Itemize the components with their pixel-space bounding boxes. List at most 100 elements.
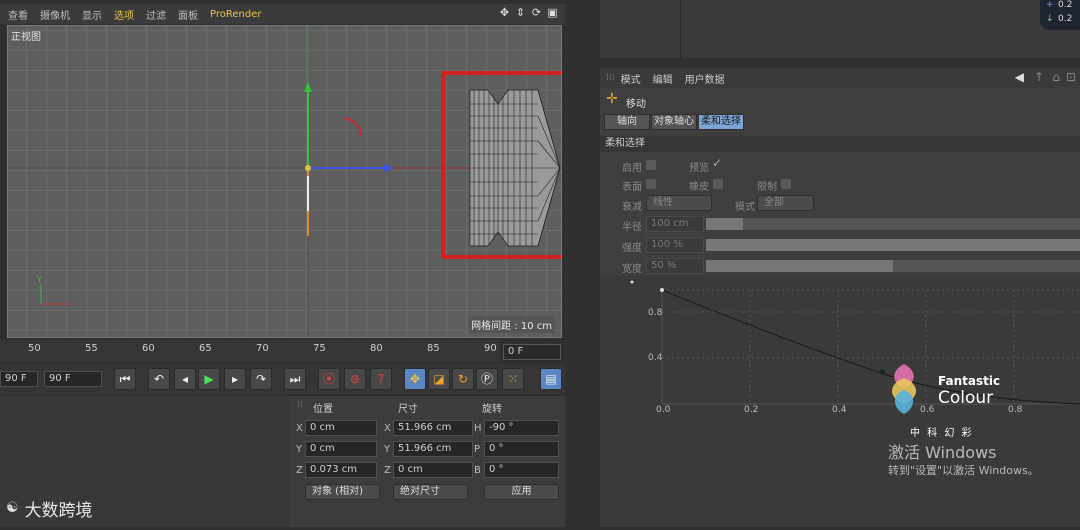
dolly-view-icon[interactable]: ⇕ [514, 6, 527, 20]
pos-z-field[interactable]: 0.073 cm [305, 462, 377, 478]
preview-label: 预览 [689, 163, 709, 174]
tick-70: 70 [256, 343, 269, 354]
menu-view[interactable]: 查看 [8, 7, 28, 22]
section-header: 柔和选择 [600, 136, 1080, 152]
menu-panel[interactable]: 面板 [178, 7, 198, 22]
pos-x-field[interactable]: 0 cm [305, 420, 377, 436]
preview-checkmark-icon[interactable]: ✓ [712, 156, 722, 170]
y-tick-0.8: 0.8 [648, 308, 663, 318]
rot-b-label: B [474, 465, 481, 476]
menu-edit[interactable]: 编辑 [653, 71, 673, 86]
strength-slider-track[interactable] [706, 239, 1080, 251]
menu-mode[interactable]: 模式 [621, 71, 641, 86]
x-tick-0.2: 0.2 [744, 405, 759, 415]
scale-tool-button[interactable]: ◪ [428, 368, 450, 390]
menu-camera[interactable]: 摄像机 [40, 7, 70, 22]
new-panel-icon[interactable]: ⊡ [1066, 70, 1076, 84]
menu-prorender[interactable]: ProRender [210, 9, 261, 20]
radius-slider-track[interactable] [706, 218, 1080, 230]
tab-axis[interactable]: 轴向 [604, 114, 650, 130]
width-slider-track[interactable] [706, 260, 1080, 272]
viewport-nav-icons: ✥ ⇕ ⟳ ▣ [498, 6, 559, 20]
strength-field[interactable]: 100 % [646, 237, 704, 253]
move-tool-button[interactable]: ✥ [404, 368, 426, 390]
coord-mode-value: 对象 (相对) [312, 486, 363, 497]
rubber-label: 橡皮 [689, 182, 709, 193]
menu-options[interactable]: 选项 [114, 7, 134, 22]
falloff-dropdown[interactable]: 线性 [646, 195, 712, 211]
tool-title: 移动 [626, 99, 646, 110]
viewport-scene: Y X [8, 26, 561, 337]
rotation-header: 旋转 [482, 404, 502, 415]
prev-frame-button[interactable]: ◂ [174, 368, 196, 390]
up-arrow-icon[interactable]: ↑ [1034, 70, 1044, 84]
pos-y-field[interactable]: 0 cm [305, 441, 377, 457]
size-x-field[interactable]: 51.966 cm [393, 420, 473, 436]
mode-dropdown[interactable]: 全部 [757, 195, 814, 211]
next-frame-button[interactable]: ▸ [224, 368, 246, 390]
width-field[interactable]: 50 % [646, 258, 704, 274]
size-y-field[interactable]: 51.966 cm [393, 441, 473, 457]
mini-values-box: + 0.2 ↓ 0.2 [1040, 0, 1080, 30]
film-strip-button[interactable]: ▤ [540, 368, 562, 390]
auto-key-button[interactable]: ⊛ [344, 368, 366, 390]
menu-user-data[interactable]: 用户数据 [685, 71, 725, 86]
record-keys-button[interactable]: ⦿ [318, 368, 340, 390]
maximize-view-icon[interactable]: ▣ [546, 6, 559, 20]
size-z-label: Z [384, 465, 391, 476]
tab-object-axis[interactable]: 对象轴心 [651, 114, 697, 130]
move-view-icon[interactable]: ✥ [498, 6, 511, 20]
width-label: 宽度 [622, 264, 642, 275]
radius-field[interactable]: 100 cm [646, 216, 704, 232]
surface-label: 表面 [622, 182, 642, 193]
tick-55: 55 [85, 343, 98, 354]
apply-button[interactable]: 应用 [484, 484, 559, 500]
enable-checkbox[interactable] [646, 160, 656, 170]
goto-end-button[interactable]: ⏭ [284, 368, 306, 390]
size-mode-value: 绝对尺寸 [400, 486, 440, 497]
start-frame-field[interactable]: 90 F [0, 371, 38, 387]
limit-checkbox[interactable] [781, 179, 791, 189]
menu-filter[interactable]: 过滤 [146, 7, 166, 22]
size-mode-dropdown[interactable]: 绝对尺寸 [393, 484, 468, 500]
keyframe-help-button[interactable]: ? [370, 368, 392, 390]
rot-p-field[interactable]: 0 ° [484, 441, 559, 457]
lock-icon[interactable]: ⌂ [1052, 70, 1060, 84]
rubber-checkbox[interactable] [713, 179, 723, 189]
pos-x-label: X [296, 423, 303, 434]
x-tick-0.0: 0.0 [656, 405, 671, 415]
x-tick-0.4: 0.4 [832, 405, 847, 415]
limit-label: 限制 [757, 182, 777, 193]
tick-90: 90 [484, 343, 497, 354]
rot-b-field[interactable]: 0 ° [484, 462, 559, 478]
windows-activate-title: 激活 Windows [888, 443, 997, 462]
x-arrow-icon [384, 164, 394, 172]
prev-key-button[interactable]: ↶ [148, 368, 170, 390]
grid-dots-button[interactable]: ⁙ [502, 368, 524, 390]
timeline-ruler[interactable]: 50 55 60 65 70 75 80 85 90 [0, 340, 500, 362]
rot-h-field[interactable]: -90 ° [484, 420, 559, 436]
menu-display[interactable]: 显示 [82, 7, 102, 22]
pos-y-label: Y [296, 444, 303, 455]
play-button[interactable]: ▶ [198, 368, 220, 390]
param-button[interactable]: Ⓟ [476, 368, 498, 390]
back-arrow-icon[interactable]: ◀ [1015, 70, 1024, 84]
y-arrow-icon [304, 82, 312, 92]
panel-grip-icon: ⁞⁞⁞ [606, 73, 615, 83]
rotate-view-icon[interactable]: ⟳ [530, 6, 543, 20]
rotate-tool-button[interactable]: ↻ [452, 368, 474, 390]
surface-checkbox[interactable] [646, 179, 656, 189]
current-frame-field[interactable]: 0 F [503, 344, 561, 360]
brand-line1: Fantastic [938, 374, 1001, 388]
goto-start-button[interactable]: ⏮ [114, 368, 136, 390]
tick-60: 60 [142, 343, 155, 354]
down-arrow-icon: ↓ [1046, 14, 1054, 24]
front-viewport[interactable]: 正视图 Y X 网格间距: 10 cm [7, 25, 562, 338]
end-frame-field[interactable]: 90 F [44, 371, 102, 387]
size-z-field[interactable]: 0 cm [393, 462, 473, 478]
coord-mode-dropdown[interactable]: 对象 (相对) [305, 484, 380, 500]
top-right-panel: + 0.2 ↓ 0.2 [600, 0, 1080, 58]
next-key-button[interactable]: ↷ [250, 368, 272, 390]
tab-soft-selection[interactable]: 柔和选择 [698, 114, 744, 130]
move-tool-icon: ✛ [606, 91, 618, 107]
